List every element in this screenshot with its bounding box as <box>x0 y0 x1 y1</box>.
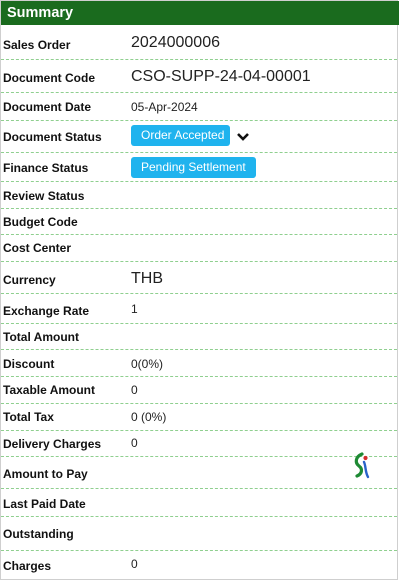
outstanding-label: Outstanding <box>3 527 74 541</box>
loading-logo-icon <box>354 452 370 479</box>
row-last-paid-date: Last Paid Date <box>1 489 397 517</box>
document-code-value: CSO-SUPP-24-04-00001 <box>131 68 311 85</box>
document-date-value: 05-Apr-2024 <box>131 100 198 114</box>
row-total-amount: Total Amount <box>1 324 397 350</box>
row-discount: Discount 0(0%) <box>1 350 397 377</box>
sales-order-value: 2024000006 <box>131 34 220 51</box>
row-currency: Currency THB <box>1 262 397 294</box>
row-outstanding: Outstanding <box>1 517 397 551</box>
summary-panel: Summary Sales Order 2024000006 Document … <box>0 0 399 580</box>
row-charges: Charges 0 <box>1 551 397 580</box>
discount-label: Discount <box>3 357 55 371</box>
taxable-amount-value: 0 <box>131 383 138 397</box>
finance-status-label: Finance Status <box>3 161 89 175</box>
cost-center-label: Cost Center <box>3 241 72 255</box>
row-taxable-amount: Taxable Amount 0 <box>1 377 397 404</box>
document-code-label: Document Code <box>3 71 96 85</box>
currency-value: THB <box>131 270 163 287</box>
row-cost-center: Cost Center <box>1 235 397 262</box>
budget-code-label: Budget Code <box>3 215 78 229</box>
finance-status-badge: Pending Settlement <box>131 157 256 178</box>
document-status-label: Document Status <box>3 130 102 144</box>
charges-label: Charges <box>3 559 52 573</box>
document-status-badge[interactable]: Order Accepted <box>131 125 230 146</box>
row-total-tax: Total Tax 0 (0%) <box>1 404 397 431</box>
delivery-charges-value: 0 <box>131 436 138 450</box>
row-sales-order: Sales Order 2024000006 <box>1 25 397 60</box>
currency-label: Currency <box>3 273 56 287</box>
row-review-status: Review Status <box>1 182 397 209</box>
row-budget-code: Budget Code <box>1 209 397 235</box>
row-amount-to-pay: Amount to Pay <box>1 457 397 489</box>
last-paid-date-label: Last Paid Date <box>3 497 86 511</box>
chevron-down-icon[interactable] <box>236 131 250 143</box>
total-tax-label: Total Tax <box>3 410 54 424</box>
row-document-code: Document Code CSO-SUPP-24-04-00001 <box>1 60 397 93</box>
amount-to-pay-label: Amount to Pay <box>3 467 88 481</box>
exchange-rate-value: 1 <box>131 302 138 316</box>
summary-header: Summary <box>1 1 399 25</box>
document-date-label: Document Date <box>3 100 92 114</box>
row-exchange-rate: Exchange Rate 1 <box>1 294 397 324</box>
charges-value: 0 <box>131 557 138 571</box>
sales-order-label: Sales Order <box>3 38 71 52</box>
delivery-charges-label: Delivery Charges <box>3 437 102 451</box>
row-delivery-charges: Delivery Charges 0 <box>1 431 397 457</box>
total-amount-label: Total Amount <box>3 330 79 344</box>
taxable-amount-label: Taxable Amount <box>3 383 96 397</box>
total-tax-value: 0 (0%) <box>131 410 167 424</box>
row-document-date: Document Date 05-Apr-2024 <box>1 93 397 121</box>
discount-value: 0(0%) <box>131 357 164 371</box>
review-status-label: Review Status <box>3 189 85 203</box>
exchange-rate-label: Exchange Rate <box>3 304 90 318</box>
